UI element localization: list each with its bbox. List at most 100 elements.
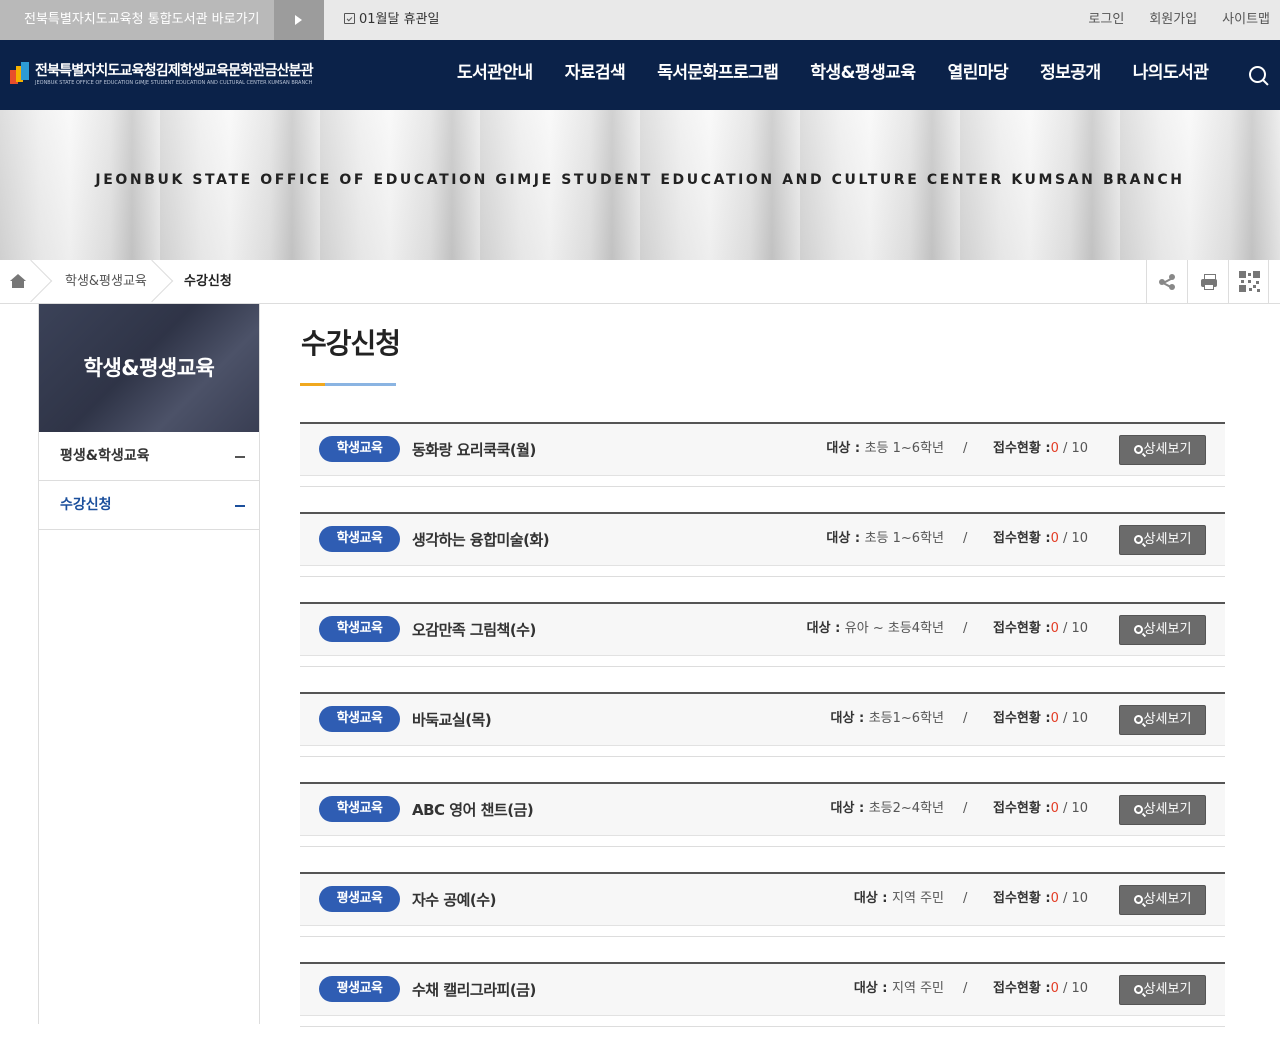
status-label: 접수현황 :: [993, 531, 1051, 546]
status-label: 접수현황 :: [993, 711, 1051, 726]
target-value: 초등 1~6학년: [864, 441, 944, 456]
target-label: 대상 :: [826, 441, 865, 456]
target-label: 대상 :: [806, 621, 845, 636]
side-item-lifelong-education[interactable]: 평생&학생교육: [39, 432, 259, 481]
nav-library-info[interactable]: 도서관안내: [441, 40, 549, 110]
course-name[interactable]: 동화랑 요리쿡쿡(월): [412, 424, 536, 476]
search-icon[interactable]: [1249, 66, 1269, 86]
detail-button[interactable]: 상세보기: [1119, 525, 1206, 555]
course-row-box: 학생교육 바둑교실(목) 대상 : 초등1~6학년 / 접수현황 :0 / 10…: [300, 692, 1225, 746]
play-arrow-icon[interactable]: [274, 0, 324, 40]
target-value: 초등1~6학년: [868, 711, 944, 726]
course-target: 대상 : 초등 1~6학년: [826, 424, 944, 474]
site-logo[interactable]: 전북특별자치도교육청김제학생교육문화관금산분관 JEONBUK STATE OF…: [10, 62, 314, 87]
course-row: 학생교육 오감만족 그림책(수) 대상 : 유아 ~ 초등4학년 / 접수현황 …: [300, 602, 1225, 692]
target-value: 지역 주민: [892, 981, 944, 996]
course-row-box: 학생교육 동화랑 요리쿡쿡(월) 대상 : 초등 1~6학년 / 접수현황 :0…: [300, 422, 1225, 476]
signup-link[interactable]: 회원가입: [1149, 0, 1197, 40]
detail-button[interactable]: 상세보기: [1119, 615, 1206, 645]
target-value: 유아 ~ 초등4학년: [844, 621, 944, 636]
integrated-library-link[interactable]: 전북특별자치도교육청 통합도서관 바로가기: [0, 0, 274, 40]
breadcrumb-current[interactable]: 수강신청: [184, 260, 232, 303]
status-label: 접수현황 :: [993, 981, 1051, 996]
share-button[interactable]: [1146, 260, 1187, 303]
minus-icon: [235, 456, 245, 458]
course-name[interactable]: 오감만족 그림책(수): [412, 604, 536, 656]
nav-search[interactable]: 자료검색: [549, 40, 642, 110]
status-label: 접수현황 :: [993, 621, 1051, 636]
share-icon: [1159, 274, 1175, 290]
detail-button[interactable]: 상세보기: [1119, 705, 1206, 735]
status-label: 접수현황 :: [993, 441, 1051, 456]
course-category-badge: 학생교육: [319, 796, 400, 822]
capacity-count: / 10: [1058, 621, 1089, 636]
detail-label: 상세보기: [1143, 892, 1192, 907]
course-row: 학생교육 바둑교실(목) 대상 : 초등1~6학년 / 접수현황 :0 / 10…: [300, 692, 1225, 782]
row-divider: [300, 756, 1225, 757]
capacity-count: / 10: [1058, 531, 1089, 546]
row-divider: [300, 936, 1225, 937]
capacity-count: / 10: [1058, 891, 1089, 906]
search-icon: [1133, 625, 1143, 634]
row-divider: [300, 1026, 1225, 1027]
nav-education[interactable]: 학생&평생교육: [794, 40, 931, 110]
nav-open-forum[interactable]: 열린마당: [932, 40, 1025, 110]
status-label: 접수현황 :: [993, 891, 1051, 906]
nav-reading-program[interactable]: 독서문화프로그램: [641, 40, 794, 110]
qr-code-button[interactable]: [1228, 260, 1269, 303]
field-divider: /: [963, 531, 968, 546]
detail-button[interactable]: 상세보기: [1119, 885, 1206, 915]
sub-visual-banner: JEONBUK STATE OFFICE OF EDUCATION GIMJE …: [0, 110, 1280, 260]
course-name[interactable]: 수채 캘리그라피(금): [412, 964, 536, 1016]
capacity-count: / 10: [1058, 801, 1089, 816]
print-button[interactable]: [1187, 260, 1228, 303]
field-divider: /: [963, 711, 968, 726]
course-row-box: 학생교육 생각하는 융합미술(화) 대상 : 초등 1~6학년 / 접수현황 :…: [300, 512, 1225, 566]
side-nav: 학생&평생교육 평생&학생교육 수강신청: [38, 304, 260, 1024]
page-title: 수강신청: [301, 327, 401, 360]
target-label: 대상 :: [826, 531, 865, 546]
detail-button[interactable]: 상세보기: [1119, 975, 1206, 1005]
top-utility-bar: 전북특별자치도교육청 통합도서관 바로가기 01월달 휴관일 로그인 회원가입 …: [0, 0, 1280, 40]
course-name[interactable]: 자수 공예(수): [412, 874, 496, 926]
capacity-count: / 10: [1058, 711, 1089, 726]
course-target: 대상 : 유아 ~ 초등4학년: [807, 604, 944, 654]
logo-mark-icon: [10, 62, 30, 84]
course-category-badge: 학생교육: [319, 616, 400, 642]
side-item-label: 평생&학생교육: [60, 448, 150, 464]
course-list: 학생교육 동화랑 요리쿡쿡(월) 대상 : 초등 1~6학년 / 접수현황 :0…: [300, 422, 1225, 1052]
course-status: 접수현황 :0 / 10: [993, 874, 1088, 924]
course-target: 대상 : 지역 주민: [854, 874, 944, 924]
applied-count: 0: [1050, 801, 1059, 816]
detail-button[interactable]: 상세보기: [1119, 435, 1206, 465]
search-icon: [1133, 715, 1143, 724]
printer-icon: [1201, 274, 1217, 290]
course-status: 접수현황 :0 / 10: [993, 964, 1088, 1014]
detail-button[interactable]: 상세보기: [1119, 795, 1206, 825]
sitemap-link[interactable]: 사이트맵: [1222, 0, 1270, 40]
row-divider: [300, 486, 1225, 487]
logo-korean-text: 전북특별자치도교육청김제학생교육문화관금산분관: [35, 63, 314, 79]
target-value: 지역 주민: [892, 891, 944, 906]
detail-label: 상세보기: [1143, 982, 1192, 997]
minus-icon: [235, 505, 245, 507]
target-label: 대상 :: [830, 711, 869, 726]
status-label: 접수현황 :: [993, 801, 1051, 816]
nav-info-disclosure[interactable]: 정보공개: [1024, 40, 1117, 110]
course-row: 학생교육 동화랑 요리쿡쿡(월) 대상 : 초등 1~6학년 / 접수현황 :0…: [300, 422, 1225, 512]
course-name[interactable]: ABC 영어 챈트(금): [412, 784, 534, 836]
course-row: 학생교육 ABC 영어 챈트(금) 대상 : 초등2~4학년 / 접수현황 :0…: [300, 782, 1225, 872]
nav-my-library[interactable]: 나의도서관: [1117, 40, 1225, 110]
course-status: 접수현황 :0 / 10: [993, 514, 1088, 564]
capacity-count: / 10: [1058, 981, 1089, 996]
detail-label: 상세보기: [1143, 442, 1192, 457]
field-divider: /: [963, 891, 968, 906]
side-item-enrollment[interactable]: 수강신청: [39, 481, 259, 530]
closed-days-notice[interactable]: 01월달 휴관일: [344, 0, 439, 40]
login-link[interactable]: 로그인: [1088, 0, 1124, 40]
course-target: 대상 : 지역 주민: [854, 964, 944, 1014]
field-divider: /: [963, 621, 968, 636]
title-underline: [300, 383, 396, 386]
course-name[interactable]: 생각하는 융합미술(화): [412, 514, 550, 566]
course-name[interactable]: 바둑교실(목): [412, 694, 492, 746]
